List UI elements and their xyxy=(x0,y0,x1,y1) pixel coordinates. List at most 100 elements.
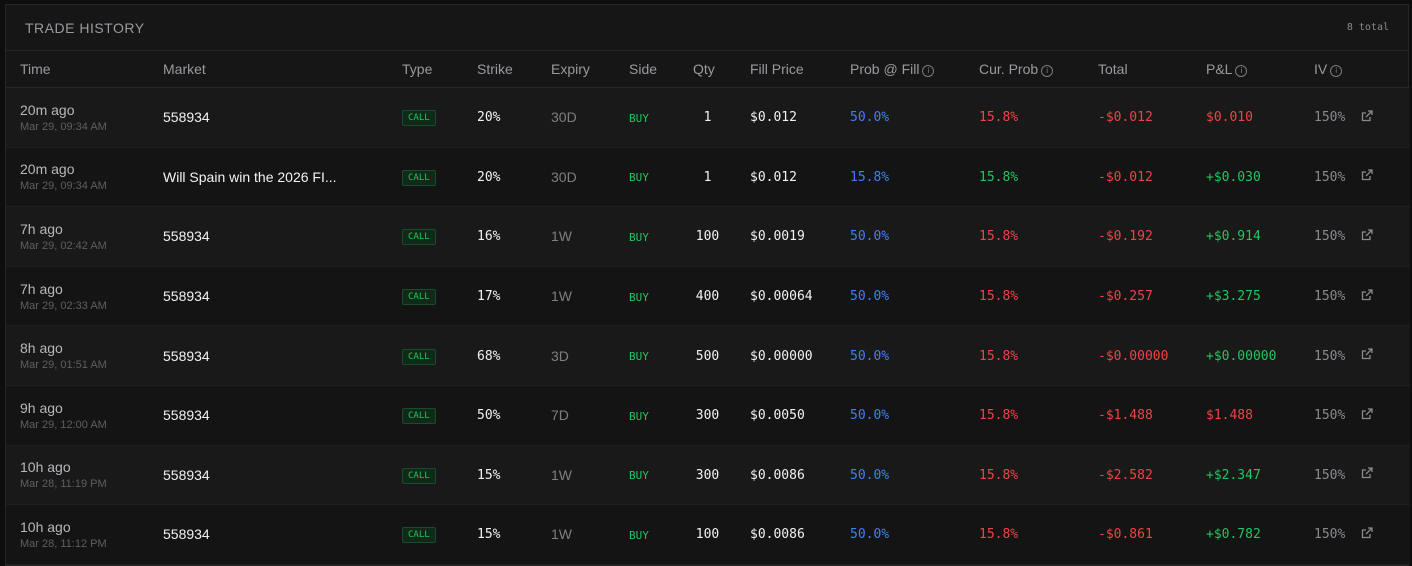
qty-value: 100 xyxy=(695,527,720,543)
col-prob-fill-label: Prob @ Fill xyxy=(850,61,920,77)
cur-prob-value: 15.8% xyxy=(979,348,1019,364)
fill-price-value: $0.012 xyxy=(750,110,797,126)
fill-price-value: $0.0086 xyxy=(750,467,805,483)
market-name[interactable]: 558934 xyxy=(163,467,210,483)
prob-fill-value: 50.0% xyxy=(850,289,890,305)
time-cell: 7h ago Mar 29, 02:33 AM xyxy=(6,266,149,326)
qty-value: 100 xyxy=(695,229,720,245)
col-pnl[interactable]: P&L i xyxy=(1192,51,1300,88)
external-link-icon[interactable] xyxy=(1360,466,1374,480)
time-date: Mar 29, 02:42 AM xyxy=(20,239,107,252)
table-row[interactable]: 7h ago Mar 29, 02:42 AM 558934 CALL 16% 1W BUY… xyxy=(6,206,1410,267)
side-value: BUY xyxy=(629,469,649,483)
table-row[interactable]: 9h ago Mar 29, 12:00 AM 558934 CALL 50% 7D BUY… xyxy=(6,385,1410,446)
cur-prob-value: 15.8% xyxy=(979,408,1019,424)
market-name[interactable]: 558934 xyxy=(163,348,210,364)
time-date: Mar 29, 12:00 AM xyxy=(20,418,107,431)
fill-price-value: $0.0086 xyxy=(750,527,805,543)
table-row[interactable]: 20m ago Mar 29, 09:34 AM 558934 CALL 20% 30D B… xyxy=(6,87,1410,148)
total-value: -$2.582 xyxy=(1098,467,1153,483)
col-type[interactable]: Type xyxy=(388,51,463,88)
type-badge: CALL xyxy=(402,110,436,127)
external-link-icon[interactable] xyxy=(1360,407,1374,421)
table-row[interactable]: 20m ago Mar 29, 09:34 AM Will Spain win th… xyxy=(6,147,1410,207)
iv-value: 150% xyxy=(1314,110,1346,126)
qty-value: 1 xyxy=(703,169,712,185)
col-pnl-label: P&L xyxy=(1206,61,1233,77)
col-cur-prob[interactable]: Cur. Prob i xyxy=(965,51,1084,88)
col-qty[interactable]: Qty xyxy=(679,51,736,88)
col-fill-price[interactable]: Fill Price xyxy=(736,51,836,88)
external-link-icon[interactable] xyxy=(1360,168,1374,182)
info-circle-icon[interactable]: i xyxy=(1041,65,1054,77)
table-row[interactable]: 10h ago Mar 28, 11:12 PM 558934 CALL 15% 1W BU… xyxy=(6,504,1410,565)
strike-value: 50% xyxy=(477,408,501,424)
time-relative: 10h ago xyxy=(20,518,71,535)
info-circle-icon[interactable]: i xyxy=(1330,65,1343,77)
market-name[interactable]: 558934 xyxy=(163,288,210,304)
type-badge: CALL xyxy=(402,527,436,544)
cur-prob-value: 15.8% xyxy=(979,229,1019,245)
side-value: BUY xyxy=(629,111,649,125)
external-link-icon[interactable] xyxy=(1360,347,1374,361)
iv-value: 150% xyxy=(1314,348,1346,364)
trade-table: Time Market Type Strike Expiry Side Qty … xyxy=(6,51,1410,565)
fill-price-value: $0.00000 xyxy=(750,348,813,364)
prob-fill-value: 50.0% xyxy=(850,110,890,126)
side-value: BUY xyxy=(629,528,649,542)
expiry-value: 3D xyxy=(551,347,569,364)
prob-fill-value: 50.0% xyxy=(850,467,890,483)
prob-fill-value: 15.8% xyxy=(850,169,890,185)
side-value: BUY xyxy=(629,409,649,423)
external-link-icon[interactable] xyxy=(1360,288,1374,302)
external-link-icon[interactable] xyxy=(1360,109,1374,123)
time-cell: 8h ago Mar 29, 01:51 AM xyxy=(6,326,149,386)
fill-price-value: $0.00064 xyxy=(750,289,813,305)
col-expiry[interactable]: Expiry xyxy=(537,51,615,88)
type-badge: CALL xyxy=(402,467,436,484)
time-date: Mar 28, 11:19 PM xyxy=(20,478,107,491)
info-circle-icon[interactable]: i xyxy=(1235,65,1248,77)
market-name[interactable]: 558934 xyxy=(163,109,210,125)
time-relative: 20m ago xyxy=(20,101,75,118)
cur-prob-value: 15.8% xyxy=(979,110,1019,126)
col-iv[interactable]: IV i xyxy=(1300,51,1360,88)
total-value: -$1.488 xyxy=(1098,408,1153,424)
market-name[interactable]: 558934 xyxy=(163,407,210,423)
info-circle-icon[interactable]: i xyxy=(922,65,935,77)
col-market[interactable]: Market xyxy=(149,51,388,88)
col-strike[interactable]: Strike xyxy=(463,51,537,88)
col-side[interactable]: Side xyxy=(615,51,679,88)
qty-value: 300 xyxy=(695,408,720,424)
table-row[interactable]: 7h ago Mar 29, 02:33 AM 558934 CALL 17% 1W BUY… xyxy=(6,266,1410,326)
time-cell: 20m ago Mar 29, 09:34 AM xyxy=(6,88,149,148)
expiry-value: 1W xyxy=(551,288,572,305)
time-date: Mar 29, 02:33 AM xyxy=(20,299,107,312)
market-name[interactable]: 558934 xyxy=(163,228,210,244)
strike-value: 15% xyxy=(477,467,501,483)
prob-fill-value: 50.0% xyxy=(850,229,890,245)
col-cur-prob-label: Cur. Prob xyxy=(979,61,1039,77)
col-time[interactable]: Time xyxy=(6,51,149,88)
expiry-value: 1W xyxy=(551,228,572,245)
cur-prob-value: 15.8% xyxy=(979,467,1019,483)
time-relative: 8h ago xyxy=(20,340,63,357)
table-row[interactable]: 10h ago Mar 28, 11:19 PM 558934 CALL 15% 1W BU… xyxy=(6,445,1410,505)
col-prob-fill[interactable]: Prob @ Fill i xyxy=(836,51,965,88)
prob-fill-value: 50.0% xyxy=(850,348,890,364)
market-name[interactable]: Will Spain win the 2026 FI... xyxy=(163,169,337,185)
external-link-icon[interactable] xyxy=(1360,228,1374,242)
market-name[interactable]: 558934 xyxy=(163,526,210,542)
fill-price-value: $0.012 xyxy=(750,169,797,185)
total-value: -$0.012 xyxy=(1098,169,1153,185)
iv-value: 150% xyxy=(1314,289,1346,305)
pnl-value: +$3.275 xyxy=(1206,289,1261,305)
iv-value: 150% xyxy=(1314,467,1346,483)
time-relative: 7h ago xyxy=(20,280,63,297)
trade-history-panel: TRADE HISTORY 8 total Time Market Type S… xyxy=(5,4,1410,566)
table-row[interactable]: 8h ago Mar 29, 01:51 AM 558934 CALL 68% 3D BUY… xyxy=(6,325,1410,386)
col-total[interactable]: Total xyxy=(1084,51,1192,88)
cur-prob-value: 15.8% xyxy=(979,289,1019,305)
external-link-icon[interactable] xyxy=(1360,526,1374,540)
time-relative: 20m ago xyxy=(20,161,75,178)
